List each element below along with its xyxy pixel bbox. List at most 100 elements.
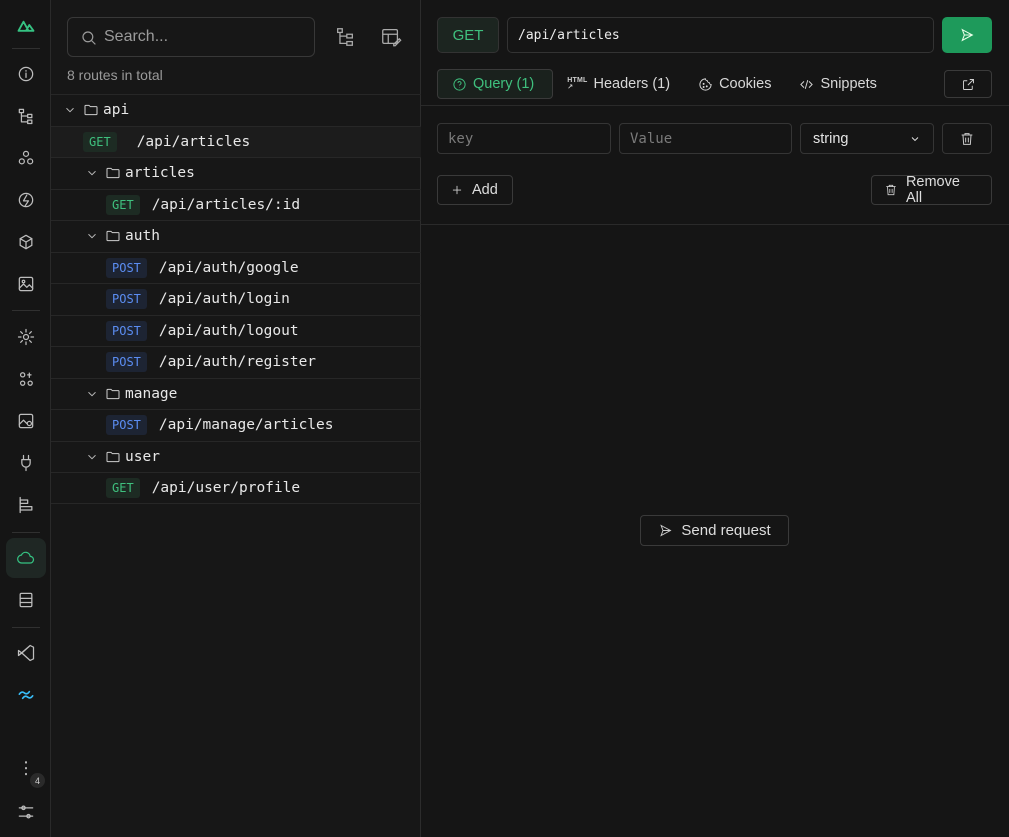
request-panel: GET Query (1) HTML↗ Headers (1) Cookies … xyxy=(421,0,1009,837)
route-tree-toggle-icon[interactable] xyxy=(332,24,358,50)
folder-row[interactable]: auth xyxy=(51,220,421,252)
delete-param-button[interactable] xyxy=(942,123,992,154)
param-value-input[interactable] xyxy=(630,130,791,147)
param-value-field[interactable] xyxy=(619,123,792,154)
folder-row[interactable]: manage xyxy=(51,377,421,410)
routes-sidebar: 8 routes in total api GET/api/articles art… xyxy=(51,0,421,837)
route-row[interactable]: POST/api/auth/login xyxy=(51,283,421,315)
route-row[interactable]: GET/api/articles/:id xyxy=(51,188,421,221)
edit-table-icon[interactable] xyxy=(378,24,404,50)
cookie-icon xyxy=(699,77,712,91)
assets-icon[interactable] xyxy=(6,264,46,304)
imports-icon[interactable] xyxy=(6,180,46,220)
routes-total: 8 routes in total xyxy=(67,67,163,83)
method-badge: GET xyxy=(106,477,140,498)
method-badge: POST xyxy=(106,257,147,278)
route-path: /api/auth/login xyxy=(158,291,290,308)
route-row[interactable]: POST/api/auth/logout xyxy=(51,314,421,347)
send-icon xyxy=(660,524,672,537)
method-badge: POST xyxy=(106,352,147,373)
modules-icon[interactable] xyxy=(6,222,46,262)
folder-row[interactable]: user xyxy=(51,440,421,473)
server-routes-cloud-icon[interactable] xyxy=(6,538,46,578)
route-row[interactable]: POST/api/manage/articles xyxy=(51,409,421,441)
state-icon[interactable] xyxy=(6,359,46,399)
chevron-down-icon xyxy=(88,454,96,460)
method-badge: GET xyxy=(83,131,117,152)
route-path: /api/articles/:id xyxy=(151,196,301,213)
url-field[interactable] xyxy=(507,17,934,53)
route-row[interactable]: POST/api/auth/register xyxy=(51,346,421,378)
activity-bar: 4 xyxy=(0,0,51,837)
folder-label: articles xyxy=(125,165,195,182)
route-path: /api/auth/logout xyxy=(158,322,299,339)
route-path: /api/user/profile xyxy=(151,479,301,496)
route-path: /api/articles xyxy=(136,133,251,150)
folder-label: manage xyxy=(125,385,178,402)
html-icon: HTML ↗ xyxy=(567,77,588,91)
tab-cookies[interactable]: Cookies xyxy=(684,69,785,99)
remove-all-label: Remove All xyxy=(905,174,960,206)
storage-icon[interactable] xyxy=(6,580,46,620)
activity-badge: 4 xyxy=(30,773,45,788)
param-type-select[interactable]: string xyxy=(800,123,934,154)
folder-row[interactable]: api xyxy=(51,94,421,126)
search-icon xyxy=(82,31,96,45)
tab-cookies-label: Cookies xyxy=(719,76,772,92)
timeline-icon[interactable] xyxy=(6,485,46,525)
method-badge: GET xyxy=(106,194,140,215)
folder-label: auth xyxy=(125,228,160,245)
folder-label: user xyxy=(125,448,160,465)
chevron-down-icon xyxy=(88,171,96,176)
tab-headers-label: Headers (1) xyxy=(593,76,671,92)
folder-icon xyxy=(106,168,120,179)
route-path: /api/auth/register xyxy=(158,354,317,371)
folder-label: api xyxy=(103,102,130,119)
route-path: /api/auth/google xyxy=(158,259,299,276)
folder-icon xyxy=(106,388,120,399)
folder-icon xyxy=(106,451,120,462)
add-param-button[interactable]: Add xyxy=(437,175,513,205)
components-icon[interactable] xyxy=(6,138,46,178)
folder-icon xyxy=(106,231,120,242)
remove-all-button[interactable]: Remove All xyxy=(871,174,992,206)
plus-icon xyxy=(452,185,462,195)
trash-icon xyxy=(961,132,973,145)
tailwind-icon[interactable] xyxy=(6,675,46,715)
tab-snippets[interactable]: Snippets xyxy=(785,69,890,99)
tab-query[interactable]: Query (1) xyxy=(437,69,554,99)
search-input[interactable] xyxy=(104,28,304,46)
url-input[interactable] xyxy=(518,18,933,52)
chevron-down-icon xyxy=(88,391,96,397)
folder-row[interactable]: articles xyxy=(51,157,421,189)
send-button[interactable] xyxy=(942,17,992,53)
search-box[interactable] xyxy=(67,17,315,57)
pages-tree-icon[interactable] xyxy=(6,96,46,136)
info-icon[interactable] xyxy=(6,54,46,94)
chevron-down-icon xyxy=(911,136,919,141)
route-row[interactable]: GET/api/user/profile xyxy=(51,472,421,504)
method-badge: POST xyxy=(106,320,147,341)
tab-snippets-label: Snippets xyxy=(820,76,877,92)
vscode-icon[interactable] xyxy=(6,633,46,673)
chevron-down-icon xyxy=(66,108,74,113)
external-link-icon xyxy=(962,78,974,90)
plug-icon[interactable] xyxy=(6,443,46,483)
param-key-input[interactable] xyxy=(448,130,610,147)
param-type-value: string xyxy=(813,130,849,147)
settings-gear-icon[interactable] xyxy=(6,317,46,357)
route-row[interactable]: POST/api/auth/google xyxy=(51,251,421,284)
method-select[interactable]: GET xyxy=(437,17,499,53)
code-icon xyxy=(800,79,814,89)
param-key-field[interactable] xyxy=(437,123,611,154)
image-settings-icon[interactable] xyxy=(6,401,46,441)
open-external-button[interactable] xyxy=(944,70,992,98)
question-circle-icon xyxy=(453,77,466,91)
sliders-icon[interactable] xyxy=(6,792,46,832)
request-tabs: Query (1) HTML ↗ Headers (1) Cookies Snip… xyxy=(437,69,993,99)
send-request-button[interactable]: Send request xyxy=(640,515,789,546)
tab-headers[interactable]: HTML ↗ Headers (1) xyxy=(553,69,684,99)
nuxt-logo-icon[interactable] xyxy=(6,5,46,45)
chevron-down-icon xyxy=(88,234,96,239)
route-row[interactable]: GET/api/articles xyxy=(51,125,421,157)
